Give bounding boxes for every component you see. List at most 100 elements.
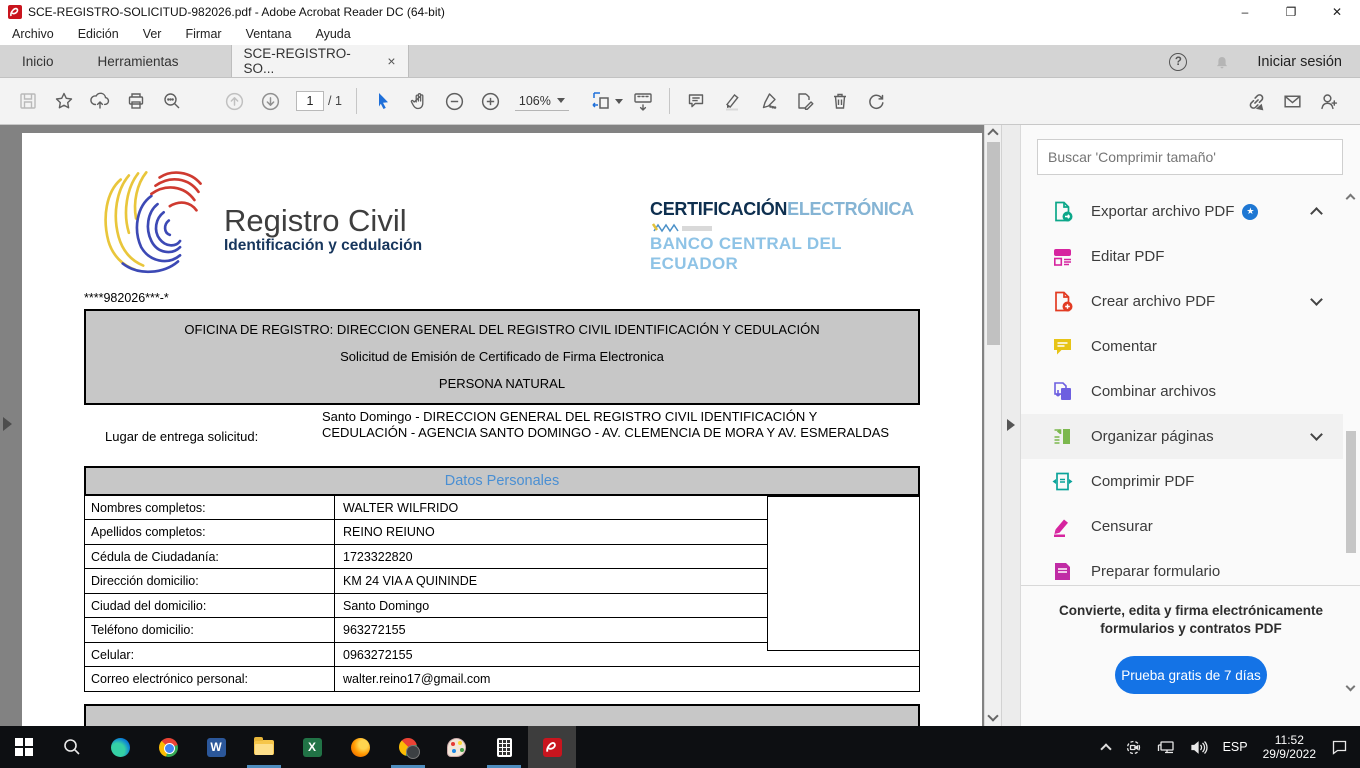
taskbar-edge[interactable] [96, 726, 144, 768]
taskbar-chrome[interactable] [144, 726, 192, 768]
scrollbar-thumb[interactable] [987, 142, 1000, 345]
next-section-bar [84, 704, 920, 726]
tool-label: Preparar formulario [1091, 563, 1220, 580]
hand-tool-icon[interactable] [401, 85, 437, 117]
acrobat-icon [543, 738, 562, 757]
sign-in-button[interactable]: Iniciar sesión [1257, 54, 1342, 70]
tool-edit-pdf[interactable]: Editar PDF [1021, 234, 1343, 279]
tab-inicio[interactable]: Inicio [0, 45, 76, 77]
firefox-icon [351, 738, 370, 757]
word-icon: W [207, 738, 226, 757]
section-title-bar: Datos Personales [84, 466, 920, 496]
menu-ver[interactable]: Ver [143, 27, 162, 41]
taskbar-search-button[interactable] [48, 726, 96, 768]
taskbar-clock[interactable]: 11:52 29/9/2022 [1263, 733, 1316, 761]
menu-firmar[interactable]: Firmar [185, 27, 221, 41]
fingerprint-icon [92, 161, 220, 279]
save-icon[interactable] [10, 85, 46, 117]
field-value: WALTER WILFRIDO [335, 496, 458, 520]
delivery-label: Lugar de entrega solicitud: [84, 407, 322, 466]
document-stamp: ****982026***-* [84, 291, 169, 305]
scroll-down-icon[interactable] [987, 710, 998, 721]
close-button[interactable]: ✕ [1314, 0, 1360, 23]
network-icon[interactable] [1157, 740, 1175, 755]
field-value: Santo Domingo [335, 594, 429, 618]
field-value: walter.reino17@gmail.com [335, 667, 490, 691]
edit-tools-icon[interactable] [786, 85, 822, 117]
zoom-level-select[interactable]: 106% [515, 92, 569, 111]
pdf-page: Registro Civil Identificación y cedulaci… [22, 133, 982, 726]
tool-create-pdf[interactable]: Crear archivo PDF [1021, 279, 1343, 324]
comment-icon[interactable] [678, 85, 714, 117]
zoom-in-icon[interactable] [473, 85, 509, 117]
menu-archivo[interactable]: Archivo [12, 27, 54, 41]
zoom-out-icon[interactable] [437, 85, 473, 117]
field-value: KM 24 VIA A QUININDE [335, 569, 477, 593]
taskbar-calculator[interactable] [480, 726, 528, 768]
sidebar-scrollbar[interactable] [1345, 193, 1357, 693]
fill-sign-icon[interactable] [750, 85, 786, 117]
taskbar-firefox[interactable] [336, 726, 384, 768]
search-icon[interactable] [154, 85, 190, 117]
highlight-icon[interactable] [714, 85, 750, 117]
rotate-icon[interactable] [858, 85, 894, 117]
scroll-up-icon[interactable] [987, 128, 998, 139]
taskbar-paint[interactable] [432, 726, 480, 768]
document-scrollbar[interactable] [984, 125, 1001, 726]
tools-list: Exportar archivo PDF ★ Editar PDF Crear … [1021, 189, 1343, 582]
tool-prepare-form[interactable]: Preparar formulario [1021, 549, 1343, 582]
tools-pane-collapse-icon[interactable] [1007, 419, 1015, 431]
chevron-down-icon[interactable] [1310, 428, 1323, 441]
star-icon[interactable] [46, 85, 82, 117]
sidebar-scroll-down-icon[interactable] [1346, 682, 1356, 692]
next-page-icon[interactable] [252, 85, 288, 117]
hidden-icons-chevron-icon[interactable] [1100, 743, 1111, 754]
previous-page-icon[interactable] [216, 85, 252, 117]
chevron-up-icon[interactable] [1310, 207, 1323, 220]
share-link-icon[interactable] [1238, 85, 1274, 117]
share-cloud-icon[interactable] [82, 85, 118, 117]
adobe-account-icon[interactable] [1310, 85, 1346, 117]
language-indicator[interactable]: ESP [1223, 740, 1248, 754]
fit-width-icon[interactable] [589, 85, 625, 117]
tool-redact[interactable]: Censurar [1021, 504, 1343, 549]
free-trial-button[interactable]: Prueba gratis de 7 días [1115, 656, 1267, 694]
taskbar-explorer[interactable] [240, 726, 288, 768]
tool-compress-pdf[interactable]: Comprimir PDF [1021, 459, 1343, 504]
email-icon[interactable] [1274, 85, 1310, 117]
meet-now-icon[interactable] [1125, 739, 1142, 756]
reading-mode-icon[interactable] [625, 85, 661, 117]
tool-export-pdf[interactable]: Exportar archivo PDF ★ [1021, 189, 1343, 234]
taskbar-word[interactable]: W [192, 726, 240, 768]
tool-combine-files[interactable]: Combinar archivos [1021, 369, 1343, 414]
sidebar-scroll-up-icon[interactable] [1346, 194, 1356, 204]
menu-edicion[interactable]: Edición [78, 27, 119, 41]
tab-document[interactable]: SCE-REGISTRO-SO... × [231, 45, 409, 77]
start-button[interactable] [0, 726, 48, 768]
menu-ayuda[interactable]: Ayuda [315, 27, 350, 41]
chevron-down-icon[interactable] [1310, 293, 1323, 306]
print-icon[interactable] [118, 85, 154, 117]
taskbar-excel[interactable]: X [288, 726, 336, 768]
select-tool-icon[interactable] [365, 85, 401, 117]
tab-close-icon[interactable]: × [387, 53, 395, 69]
sidebar-scrollbar-thumb[interactable] [1346, 431, 1356, 553]
volume-icon[interactable] [1190, 740, 1208, 755]
tool-organize-pages[interactable]: Organizar páginas [1021, 414, 1343, 459]
taskbar-acrobat[interactable] [528, 726, 576, 768]
notifications-bell-icon[interactable] [1213, 52, 1231, 71]
tab-herramientas[interactable]: Herramientas [76, 45, 201, 77]
title-bar: SCE-REGISTRO-SOLICITUD-982026.pdf - Adob… [0, 0, 1360, 23]
help-icon[interactable]: ? [1169, 53, 1187, 71]
taskbar-chrome-profile[interactable] [384, 726, 432, 768]
maximize-button[interactable]: ❐ [1268, 0, 1314, 23]
minimize-button[interactable]: – [1222, 0, 1268, 23]
tool-comment[interactable]: Comentar [1021, 324, 1343, 369]
action-center-icon[interactable] [1331, 739, 1348, 755]
tools-pane-collapse-strip[interactable] [1001, 125, 1020, 726]
menu-ventana[interactable]: Ventana [246, 27, 292, 41]
tools-search-input[interactable] [1037, 139, 1343, 175]
delete-pages-icon[interactable] [822, 85, 858, 117]
navigation-pane-expand-icon[interactable] [3, 417, 12, 431]
page-number-input[interactable]: 1 [296, 91, 324, 111]
